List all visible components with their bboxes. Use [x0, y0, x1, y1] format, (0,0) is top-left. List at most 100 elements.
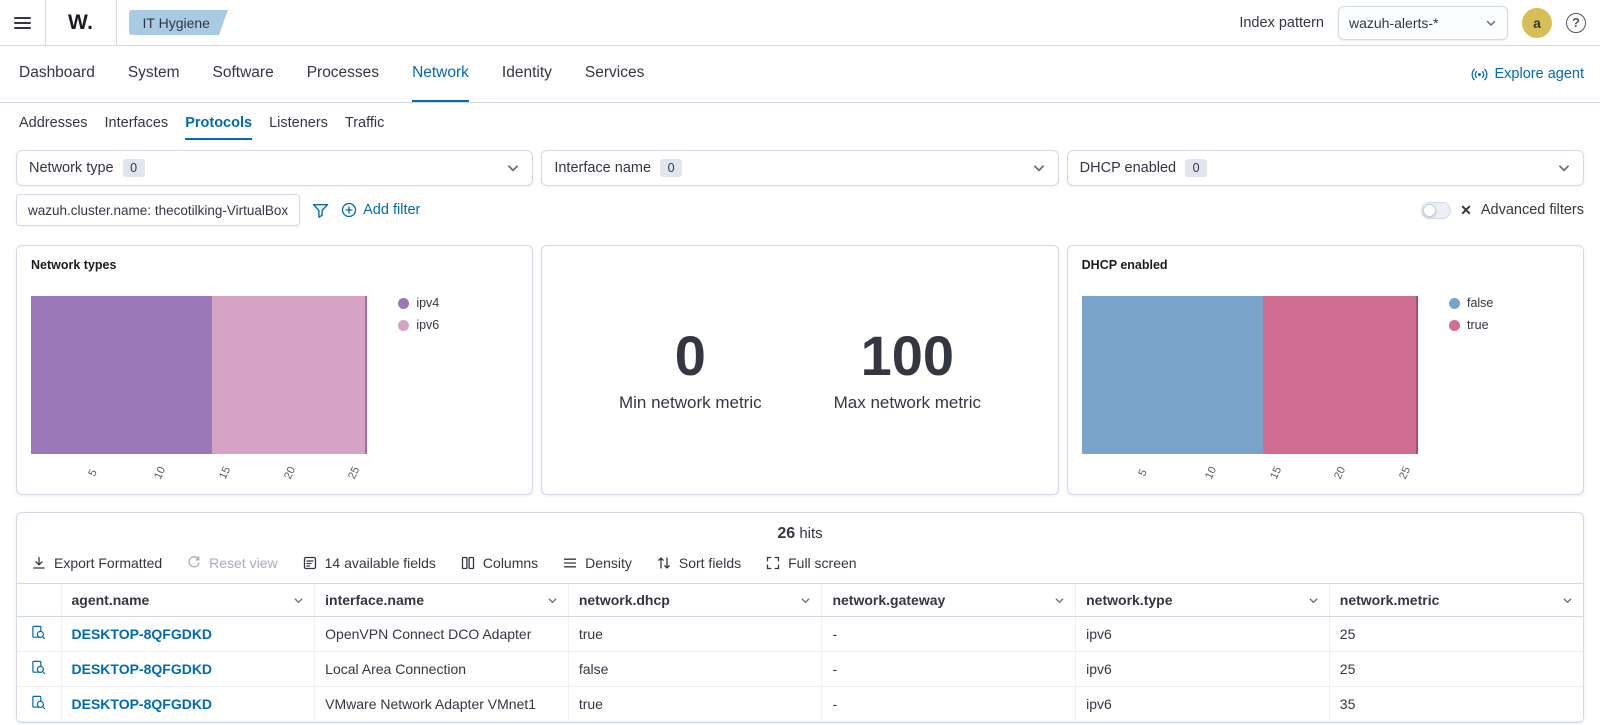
inspect-document-icon[interactable] — [31, 625, 46, 640]
toggle-off-x-icon[interactable]: ✕ — [1460, 203, 1472, 217]
index-pattern-select[interactable]: wazuh-alerts-* — [1338, 5, 1508, 40]
refresh-icon — [188, 556, 200, 568]
subtab-protocols[interactable]: Protocols — [185, 106, 253, 140]
cell-interface-name: Local Area Connection — [314, 651, 569, 687]
advanced-filters-label: Advanced filters — [1480, 202, 1584, 218]
chart-title: Network types — [31, 258, 117, 272]
avatar[interactable]: a — [1522, 7, 1552, 38]
cell-interface-name: OpenVPN Connect DCO Adapter — [314, 616, 569, 652]
breadcrumb[interactable]: IT Hygiene — [129, 10, 228, 35]
legend-dot — [1448, 297, 1460, 309]
tab-network[interactable]: Network — [412, 46, 469, 102]
facet-interface-name[interactable]: Interface name 0 — [541, 150, 1059, 186]
table-row: DESKTOP-8QFGDKD OpenVPN Connect DCO Adap… — [17, 616, 1583, 652]
legend-item-true[interactable]: true — [1448, 318, 1569, 332]
full-screen-button[interactable]: Full screen — [765, 555, 857, 571]
agent-name-link[interactable]: DESKTOP-8QFGDKD — [72, 626, 213, 642]
density-icon — [564, 558, 577, 568]
axis-tick-label: 20 — [1332, 464, 1349, 482]
reset-view-button[interactable]: Reset view — [186, 555, 278, 571]
subtab-addresses[interactable]: Addresses — [19, 106, 88, 140]
inspect-document-icon[interactable] — [31, 660, 46, 675]
cell-network-metric: 35 — [1328, 686, 1583, 722]
chevron-down-icon — [1563, 597, 1572, 603]
tab-system[interactable]: System — [128, 46, 180, 102]
bar-segment-true[interactable] — [1262, 296, 1419, 454]
table-header-row: agent.name interface.name network.dhcp n… — [17, 583, 1583, 617]
column-header-network-type[interactable]: network.type — [1075, 583, 1330, 617]
filter-funnel-icon[interactable] — [312, 202, 329, 219]
menu-icon[interactable] — [0, 0, 46, 45]
tab-services[interactable]: Services — [585, 46, 644, 102]
x-axis: 5 10 15 20 25 — [31, 461, 380, 489]
subtab-listeners[interactable]: Listeners — [269, 106, 328, 140]
bar-segment-false[interactable] — [1081, 296, 1263, 454]
tab-processes[interactable]: Processes — [307, 46, 379, 102]
column-header-agent-name[interactable]: agent.name — [60, 583, 315, 617]
chevron-down-icon — [294, 597, 303, 603]
legend-item-ipv4[interactable]: ipv4 — [398, 296, 518, 310]
panel-network-types: Network types 5 10 15 20 25 ipv4 ipv6 — [16, 245, 534, 495]
sub-tabs: Addresses Interfaces Protocols Listeners… — [0, 103, 1600, 143]
column-header-network-metric[interactable]: network.metric — [1328, 583, 1583, 617]
tab-identity[interactable]: Identity — [502, 46, 552, 102]
metric-max-value: 100 — [860, 323, 955, 387]
axis-tick-label: 25 — [1397, 464, 1414, 482]
column-header-network-gateway[interactable]: network.gateway — [821, 583, 1076, 617]
facet-dhcp-enabled[interactable]: DHCP enabled 0 — [1066, 150, 1584, 186]
cell-network-metric: 25 — [1328, 616, 1583, 652]
subtab-traffic[interactable]: Traffic — [345, 106, 384, 140]
sort-fields-button[interactable]: Sort fields — [656, 555, 741, 571]
fields-icon — [303, 556, 316, 570]
cell-network-dhcp: true — [567, 616, 822, 652]
filter-bar: wazuh.cluster.name: thecotilking-Virtual… — [16, 194, 1584, 226]
legend-label: false — [1466, 296, 1494, 310]
legend-dot — [398, 297, 410, 309]
axis-tick-label: 20 — [281, 464, 298, 482]
axis-tick-label: 10 — [152, 464, 169, 482]
filter-pill[interactable]: wazuh.cluster.name: thecotilking-Virtual… — [16, 194, 301, 226]
dhcp-enabled-chart: 5 10 15 20 25 — [1081, 276, 1431, 482]
density-button[interactable]: Density — [562, 555, 632, 571]
bar-segment-ipv4[interactable] — [31, 296, 213, 454]
export-formatted-button[interactable]: Export Formatted — [31, 555, 162, 571]
wazuh-logo[interactable]: W. — [46, 11, 116, 35]
help-icon[interactable]: ? — [1566, 12, 1586, 33]
tab-software[interactable]: Software — [213, 46, 274, 102]
metric-min-value: 0 — [674, 323, 706, 387]
facet-row: Network type 0 Interface name 0 DHCP ena… — [16, 150, 1584, 186]
cell-network-gateway: - — [821, 616, 1076, 652]
column-header-network-dhcp[interactable]: network.dhcp — [567, 583, 822, 617]
chevron-down-icon — [1559, 165, 1569, 172]
advanced-filters-toggle[interactable] — [1421, 201, 1452, 219]
subtab-interfaces[interactable]: Interfaces — [105, 106, 169, 140]
chevron-down-icon — [508, 165, 519, 172]
cell-network-gateway: - — [821, 651, 1076, 687]
axis-tick-label: 5 — [1136, 467, 1151, 479]
cell-network-dhcp: true — [567, 686, 822, 722]
chevron-down-icon — [1055, 597, 1064, 603]
legend-item-ipv6[interactable]: ipv6 — [398, 318, 518, 332]
panel-dhcp-enabled: DHCP enabled 5 10 15 20 25 false true — [1066, 245, 1584, 495]
axis-tick-label: 25 — [346, 464, 363, 482]
inspect-document-icon[interactable] — [31, 695, 46, 710]
facet-network-type[interactable]: Network type 0 — [16, 150, 534, 186]
axis-tick-label: 15 — [1267, 464, 1284, 482]
add-filter-button[interactable]: Add filter — [341, 202, 420, 218]
facet-count-badge: 0 — [660, 159, 683, 177]
tab-dashboard[interactable]: Dashboard — [19, 46, 95, 102]
column-header-interface-name[interactable]: interface.name — [314, 583, 569, 617]
legend-item-false[interactable]: false — [1448, 296, 1569, 310]
available-fields-button[interactable]: 14 available fields — [302, 555, 436, 571]
columns-button[interactable]: Columns — [460, 555, 538, 571]
agent-name-link[interactable]: DESKTOP-8QFGDKD — [72, 696, 213, 712]
index-pattern-label: Index pattern — [1239, 14, 1324, 31]
table-row: DESKTOP-8QFGDKD Local Area Connection fa… — [17, 651, 1583, 687]
results-table: agent.name interface.name network.dhcp n… — [17, 583, 1583, 722]
x-axis: 5 10 15 20 25 — [1082, 461, 1431, 489]
axis-tick-label: 10 — [1203, 464, 1220, 482]
bar-segment-ipv6[interactable] — [212, 296, 368, 454]
agent-name-link[interactable]: DESKTOP-8QFGDKD — [72, 661, 213, 677]
explore-agent-link[interactable]: Explore agent — [1471, 46, 1584, 102]
cell-network-gateway: - — [821, 686, 1076, 722]
